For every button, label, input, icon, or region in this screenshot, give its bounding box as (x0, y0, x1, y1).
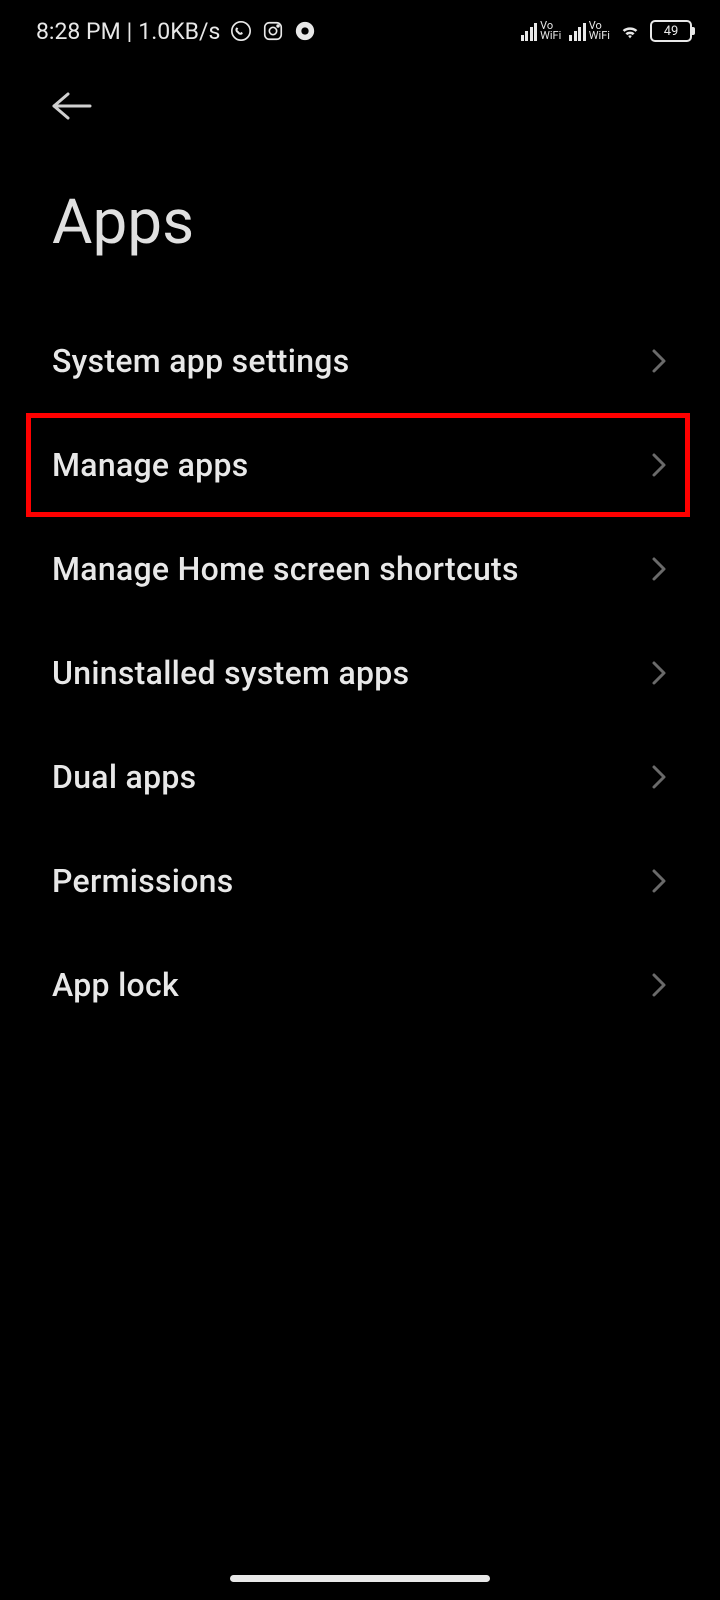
chevron-right-icon (650, 659, 668, 687)
menu-item-dual-apps[interactable]: Dual apps (0, 725, 720, 829)
status-data-rate: 1.0KB/s (138, 18, 220, 45)
chevron-right-icon (650, 763, 668, 791)
menu-item-label: Permissions (52, 862, 234, 900)
menu-item-app-lock[interactable]: App lock (0, 933, 720, 1037)
menu-item-label: Uninstalled system apps (52, 654, 409, 692)
menu-list: System app settings Manage apps Manage H… (0, 309, 720, 1037)
menu-item-label: Manage Home screen shortcuts (52, 550, 519, 588)
menu-item-manage-apps[interactable]: Manage apps (0, 413, 720, 517)
menu-item-label: App lock (52, 966, 179, 1004)
menu-item-uninstalled-system-apps[interactable]: Uninstalled system apps (0, 621, 720, 725)
signal-icon (569, 21, 586, 41)
menu-item-label: System app settings (52, 342, 350, 380)
vowifi-icon: VoWiFi (540, 21, 561, 41)
menu-item-label: Manage apps (52, 446, 249, 484)
wifi-icon (618, 20, 642, 42)
status-right: VoWiFi VoWiFi 49 (521, 20, 692, 42)
status-bar: 8:28 PM | 1.0KB/s (0, 0, 720, 60)
menu-item-manage-home-screen-shortcuts[interactable]: Manage Home screen shortcuts (0, 517, 720, 621)
menu-item-permissions[interactable]: Permissions (0, 829, 720, 933)
chevron-right-icon (650, 971, 668, 999)
arrow-left-icon (50, 90, 94, 122)
battery-level: 49 (664, 24, 679, 39)
signal-icon (521, 21, 538, 41)
vowifi-icon: VoWiFi (589, 21, 610, 41)
menu-item-label: Dual apps (52, 758, 196, 796)
chrome-icon (294, 20, 316, 42)
chevron-right-icon (650, 451, 668, 479)
chevron-right-icon (650, 347, 668, 375)
home-indicator[interactable] (230, 1575, 490, 1582)
whatsapp-icon (230, 20, 252, 42)
instagram-icon (262, 20, 284, 42)
menu-item-system-app-settings[interactable]: System app settings (0, 309, 720, 413)
battery-icon: 49 (650, 20, 692, 42)
back-button[interactable] (0, 60, 720, 126)
chevron-right-icon (650, 555, 668, 583)
chevron-right-icon (650, 867, 668, 895)
status-time: 8:28 PM (36, 18, 121, 45)
page-title: Apps (0, 126, 720, 309)
status-left: 8:28 PM | 1.0KB/s (36, 18, 316, 45)
